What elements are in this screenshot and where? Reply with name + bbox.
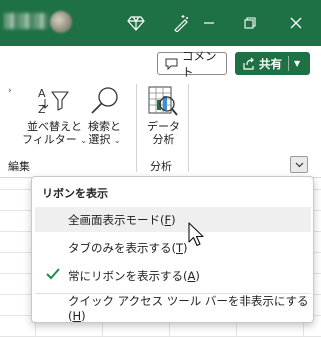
mouse-cursor-icon	[188, 222, 206, 252]
share-divider	[288, 56, 289, 71]
share-button[interactable]: 共有 ▼	[235, 52, 310, 75]
data-analysis-icon[interactable]	[147, 84, 179, 122]
sort-filter-label-1: 並べ替えと	[26, 120, 82, 133]
chevron-down-icon: ⌄	[113, 136, 121, 145]
magnifier-icon[interactable]	[89, 85, 121, 121]
close-icon[interactable]	[283, 10, 309, 36]
data-analysis-label-2: 分析	[152, 133, 175, 146]
share-label: 共有	[259, 56, 282, 71]
sort-filter-button[interactable]: 並べ替えと フィルター ⌄	[22, 120, 87, 147]
share-icon	[242, 57, 255, 70]
menu-item-label: クイック アクセス ツール バーを非表示にする (H)	[68, 293, 309, 323]
menu-item-label: タブのみを表示する(T)	[68, 240, 188, 255]
chevron-down-icon: ⌄	[80, 136, 87, 145]
group-divider	[136, 84, 137, 172]
restore-icon[interactable]	[237, 10, 263, 36]
ribbon-display-menu: リボンを表示 全画面表示モード(F) タブのみを表示する(T) 常にリボンを表示…	[31, 176, 314, 323]
find-select-button[interactable]: 検索と 選択 ⌄	[88, 120, 121, 147]
comment-button[interactable]: コメント	[157, 49, 227, 79]
menu-item-label: 全画面表示モード(F)	[68, 212, 176, 227]
menu-header: リボンを表示	[42, 187, 108, 200]
svg-text:A: A	[38, 87, 46, 100]
sort-filter-label-2: フィルター	[22, 133, 77, 146]
chevron-down-icon[interactable]: ▼	[294, 59, 300, 68]
minimize-icon[interactable]	[196, 10, 222, 36]
chevron-down-icon	[295, 162, 303, 167]
group-label-edit: 編集	[8, 160, 30, 173]
comment-label: コメント	[182, 48, 217, 79]
menu-item-always-show[interactable]: 常にリボンを表示する(A)	[35, 263, 311, 288]
magic-wand-icon[interactable]	[168, 10, 194, 36]
title-bar	[0, 0, 321, 46]
comment-icon	[165, 58, 178, 70]
ribbon: › A Z 並べ替えと フィルター ⌄ 検索と 選択 ⌄ データ 分析 編集 分…	[0, 80, 321, 178]
menu-item-hide-quick-access[interactable]: クイック アクセス ツール バーを非表示にする (H)	[35, 293, 311, 323]
ribbon-display-options-button[interactable]	[290, 156, 308, 173]
sort-filter-icon[interactable]: A Z	[36, 86, 70, 122]
user-name-blurred	[4, 13, 48, 29]
data-analysis-button[interactable]: データ 分析	[147, 120, 180, 146]
group-label-analysis: 分析	[150, 160, 172, 173]
checkmark-icon	[45, 267, 61, 284]
avatar[interactable]	[50, 11, 72, 33]
group-divider	[188, 84, 189, 172]
menu-item-label: 常にリボンを表示する(A)	[68, 268, 200, 283]
diamond-icon[interactable]	[123, 10, 149, 36]
data-analysis-label-1: データ	[147, 120, 180, 133]
menu-item-full-screen[interactable]: 全画面表示モード(F)	[35, 207, 311, 232]
menu-item-tabs-only[interactable]: タブのみを表示する(T)	[35, 235, 311, 260]
find-select-label-2: 選択	[88, 133, 111, 146]
chevron-down-icon[interactable]: ›	[8, 86, 12, 96]
find-select-label-1: 検索と	[88, 120, 121, 133]
